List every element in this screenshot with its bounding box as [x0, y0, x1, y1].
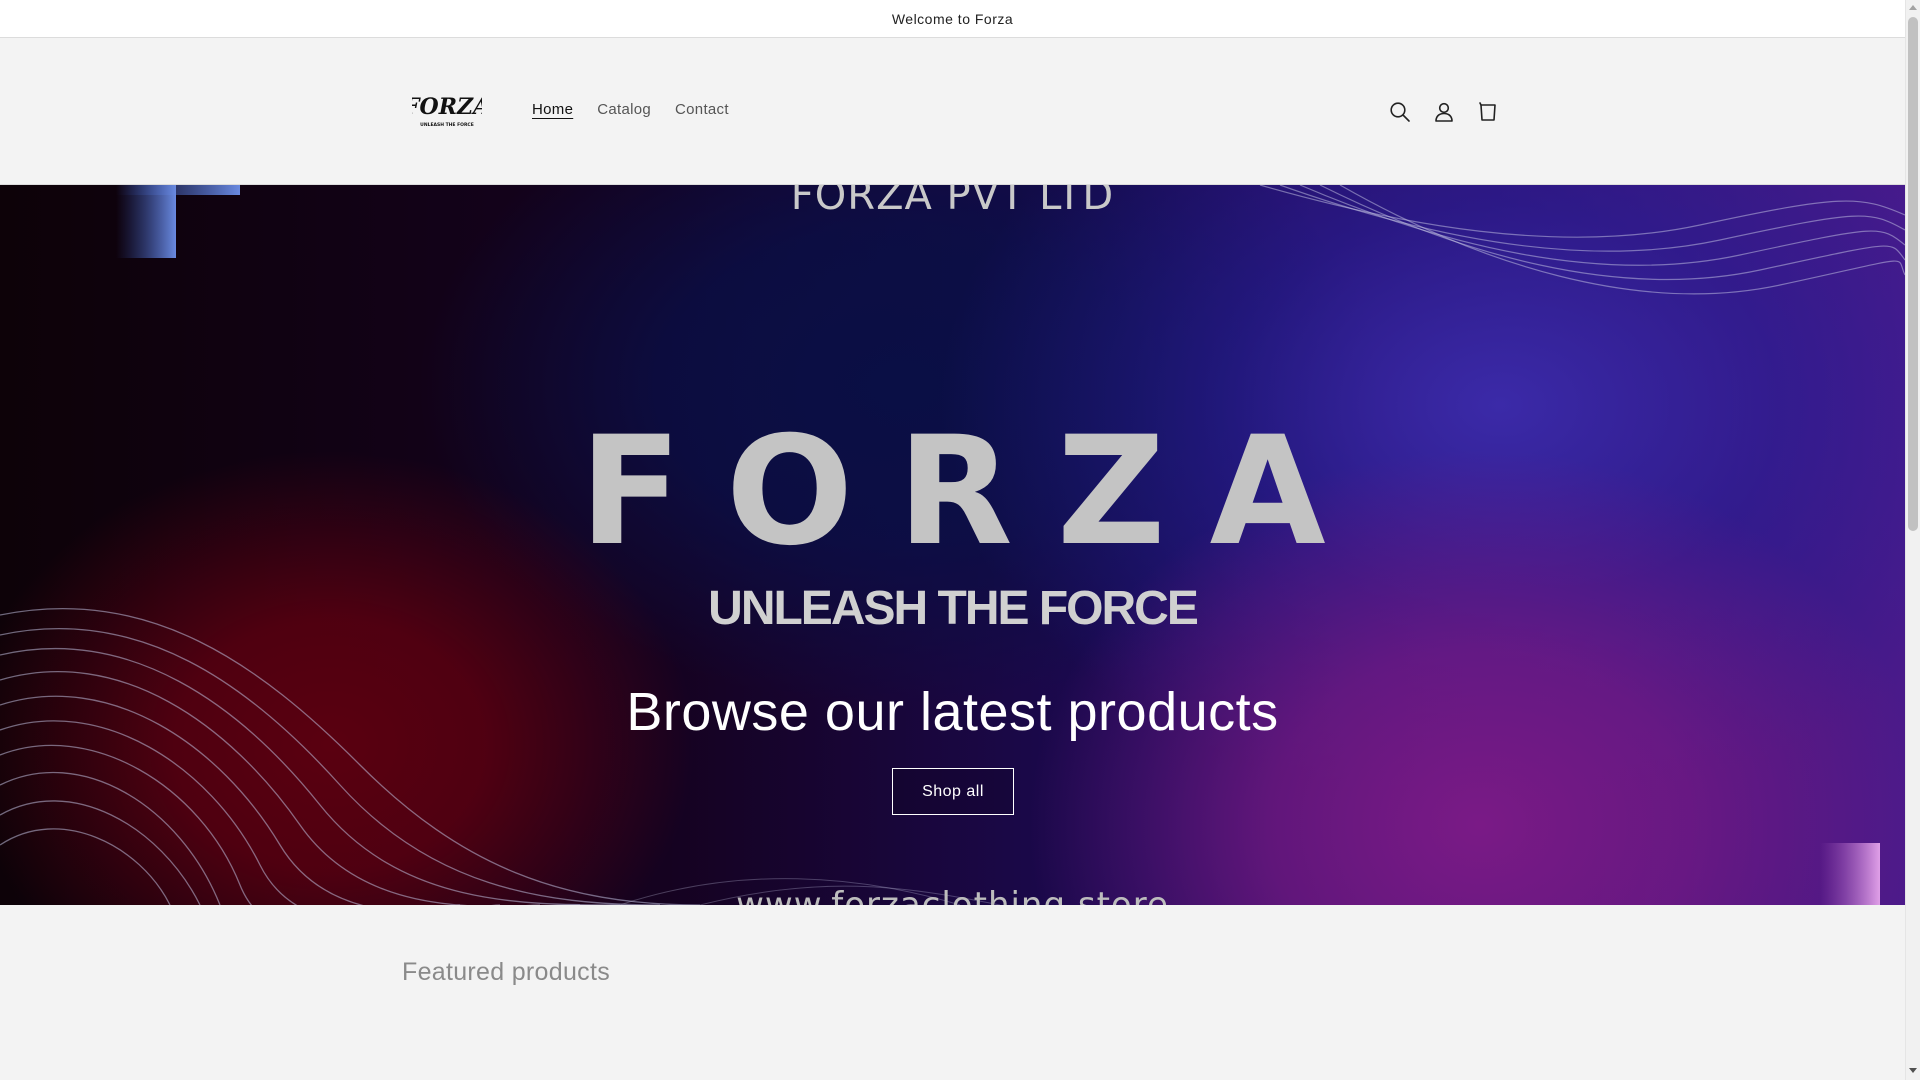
hero-banner: FORZA PVT LTD FORZA UNLEASH THE FORCE Br… — [0, 185, 1905, 905]
hero-heading: Browse our latest products — [626, 682, 1279, 742]
hero-tagline: UNLEASH THE FORCE — [708, 582, 1199, 635]
account-icon — [1435, 102, 1453, 122]
nav-catalog[interactable]: Catalog — [585, 101, 663, 118]
main-nav: Home Catalog Contact — [520, 101, 741, 118]
header-icons — [1378, 90, 1510, 134]
site-header: FORZA UNLEASH THE FORCE Home Catalog Con… — [0, 38, 1905, 185]
site-logo[interactable]: FORZA UNLEASH THE FORCE — [403, 90, 490, 134]
featured-products-heading: Featured products — [402, 958, 610, 986]
scroll-down-arrow-icon[interactable] — [1909, 1068, 1917, 1073]
search-button[interactable] — [1378, 90, 1422, 134]
cart-icon — [1479, 102, 1496, 121]
logo-subtext: UNLEASH THE FORCE — [420, 122, 474, 128]
hero-company-name: FORZA PVT LTD — [790, 185, 1115, 219]
announcement-bar: Welcome to Forza — [0, 0, 1905, 38]
account-button[interactable] — [1422, 90, 1466, 134]
search-icon — [1390, 102, 1410, 122]
scrollbar-thumb[interactable] — [1908, 17, 1918, 531]
shop-all-button[interactable]: Shop all — [892, 768, 1014, 815]
cart-button[interactable] — [1466, 90, 1510, 134]
nav-home[interactable]: Home — [520, 101, 585, 118]
announcement-text: Welcome to Forza — [891, 10, 1014, 27]
logo-text: FORZA — [412, 94, 482, 120]
nav-contact[interactable]: Contact — [663, 101, 741, 118]
page-scrollbar[interactable] — [1905, 0, 1920, 1080]
scroll-up-arrow-icon[interactable] — [1909, 5, 1917, 10]
page: Welcome to Forza FORZA UNLEASH THE FORCE… — [0, 0, 1920, 1080]
hero-brand-title: FORZA — [579, 405, 1370, 579]
hero-website-url: www.forzaclothing.store — [736, 885, 1169, 905]
